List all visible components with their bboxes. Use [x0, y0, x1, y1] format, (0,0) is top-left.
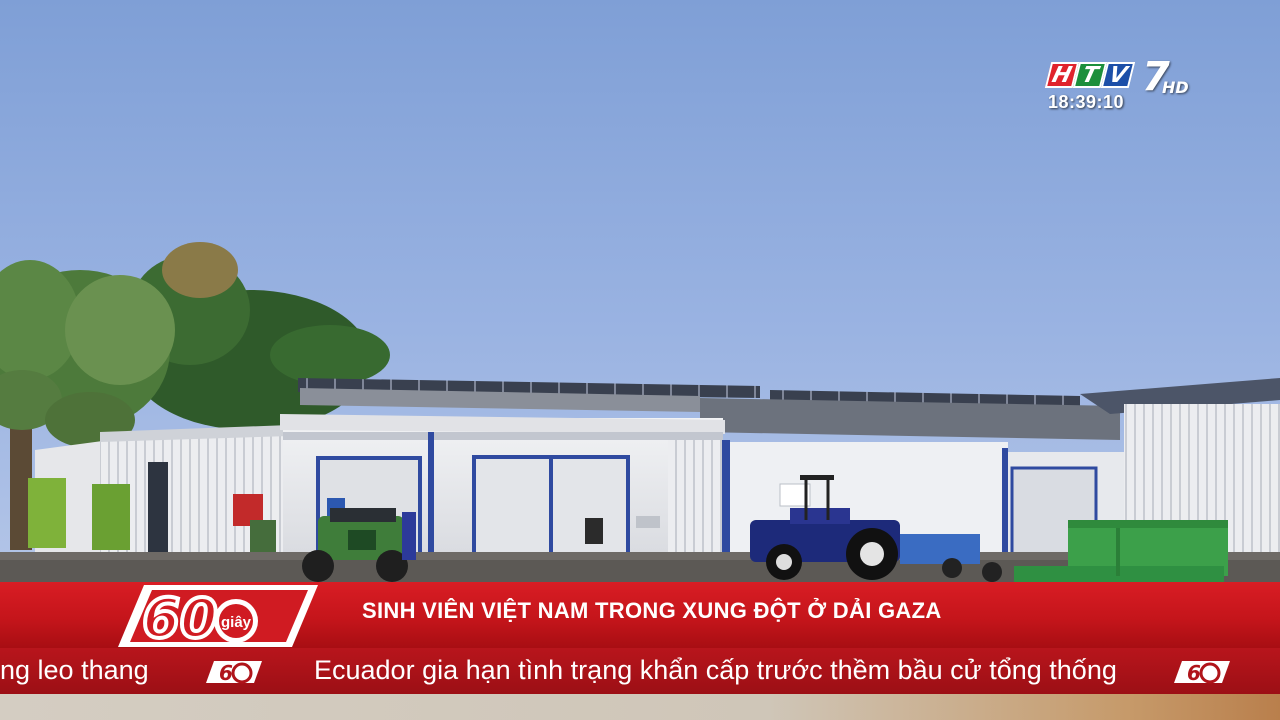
program-badge-60-giay: 60 giây — [118, 585, 318, 647]
svg-text:6: 6 — [219, 661, 233, 685]
badge-number: 60 — [142, 587, 217, 647]
channel-logo: H T V 7 HD 18:39:10 — [1044, 54, 1196, 120]
svg-text:6: 6 — [1187, 661, 1201, 685]
logo-letter-v: V — [1100, 62, 1136, 88]
badge-word: giây — [221, 614, 252, 631]
60-giay-logo-icon: 6 — [206, 661, 262, 685]
broadcast-clock: 18:39:10 — [1048, 92, 1125, 112]
60-giay-logo-icon: 6 — [1174, 661, 1230, 685]
ticker-item: Ecuador gia hạn tình trạng khẩn cấp trướ… — [314, 655, 1117, 685]
ticker-item: ng leo thang — [0, 655, 149, 685]
news-headline: SINH VIÊN VIỆT NAM TRONG XUNG ĐỘT Ở DẢI … — [362, 598, 942, 623]
video-frame: H T V 7 HD 18:39:10 60 giây SINH VIÊN VI… — [0, 0, 1280, 720]
logo-hd-label: HD — [1162, 78, 1189, 97]
channel-logo-letters: H T V — [1044, 62, 1136, 88]
ground-strip — [0, 694, 1280, 720]
